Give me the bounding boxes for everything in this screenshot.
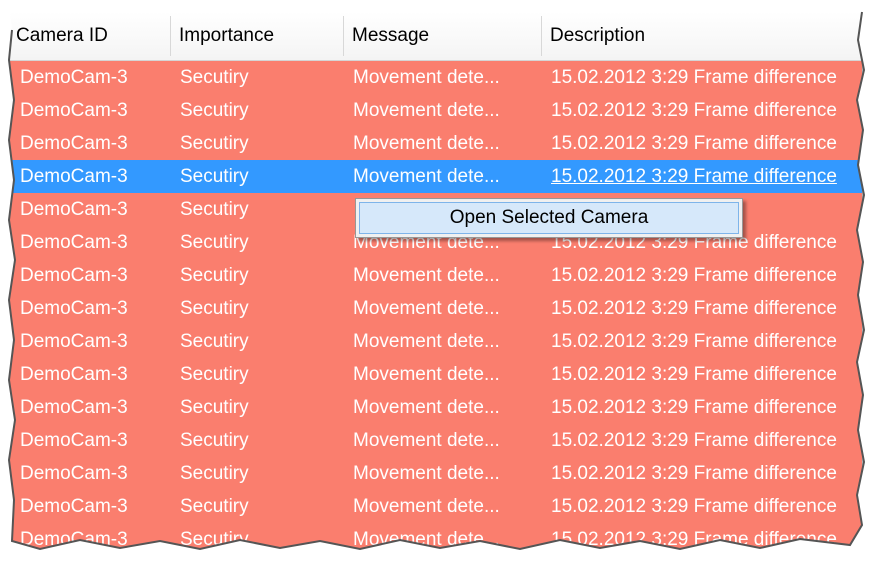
- description-cell: 15.02.2012 3:29 Frame difference: [551, 133, 837, 154]
- table-row[interactable]: DemoCam-3 Secutiry Movement dete... 15.02.2…: [10, 391, 862, 424]
- message-cell: Movement dete...: [353, 67, 500, 88]
- camera-id-cell: DemoCam-3: [20, 529, 128, 550]
- camera-id-cell: DemoCam-3: [20, 430, 128, 451]
- description-cell: 15.02.2012 3:29 Frame difference: [551, 496, 837, 517]
- importance-cell: Secutiry: [180, 496, 249, 517]
- description-cell: 15.02.2012 3:29 Frame difference: [551, 265, 837, 286]
- importance-cell: Secutiry: [180, 100, 249, 121]
- column-header-importance[interactable]: Importance: [173, 12, 343, 60]
- camera-id-cell: DemoCam-3: [20, 166, 128, 187]
- camera-id-cell: DemoCam-3: [20, 496, 128, 517]
- description-cell: 15.02.2012 3:29 Frame difference: [551, 529, 837, 550]
- camera-id-cell: DemoCam-3: [20, 100, 128, 121]
- table-row[interactable]: DemoCam-3 Secutiry Movement dete... 15.02.2…: [10, 523, 862, 552]
- camera-id-cell: DemoCam-3: [20, 463, 128, 484]
- description-cell: 15.02.2012 3:29 Frame difference: [551, 430, 837, 451]
- importance-cell: Secutiry: [180, 331, 249, 352]
- importance-cell: Secutiry: [180, 364, 249, 385]
- table-row[interactable]: DemoCam-3 Secutiry Movement dete... 15.02.2…: [10, 325, 862, 358]
- table-row[interactable]: DemoCam-3 Secutiry Movement dete... 15.02.2…: [10, 490, 862, 523]
- importance-cell: Secutiry: [180, 265, 249, 286]
- column-divider[interactable]: [170, 16, 171, 56]
- open-selected-camera-menu-item[interactable]: Open Selected Camera: [359, 202, 739, 234]
- camera-id-cell: DemoCam-3: [20, 298, 128, 319]
- column-divider[interactable]: [343, 16, 344, 56]
- message-cell: Movement dete...: [353, 298, 500, 319]
- camera-id-cell: DemoCam-3: [20, 232, 128, 253]
- message-cell: Movement dete...: [353, 496, 500, 517]
- column-header-camera-id[interactable]: Camera ID: [10, 12, 170, 60]
- camera-id-cell: DemoCam-3: [20, 67, 128, 88]
- importance-cell: Secutiry: [180, 232, 249, 253]
- description-cell: 15.02.2012 3:29 Frame difference: [551, 397, 837, 418]
- camera-id-cell: DemoCam-3: [20, 133, 128, 154]
- description-cell: 15.02.2012 3:29 Frame difference: [551, 331, 837, 352]
- message-cell: Movement dete...: [353, 100, 500, 121]
- description-cell: 15.02.2012 3:29 Frame difference: [551, 298, 837, 319]
- table-row[interactable]: DemoCam-3 Secutiry Movement dete... 15.02.2…: [10, 160, 862, 193]
- column-header-description[interactable]: Description: [544, 12, 862, 60]
- table-header: Camera ID Importance Message Description: [10, 12, 862, 61]
- description-cell: 15.02.2012 3:29 Frame difference: [551, 166, 837, 187]
- table-row[interactable]: DemoCam-3 Secutiry Movement dete... 15.02.2…: [10, 127, 862, 160]
- message-cell: Movement dete...: [353, 463, 500, 484]
- message-cell: Movement dete...: [353, 166, 500, 187]
- importance-cell: Secutiry: [180, 166, 249, 187]
- message-cell: Movement dete...: [353, 430, 500, 451]
- importance-cell: Secutiry: [180, 529, 249, 550]
- table-row[interactable]: DemoCam-3 Secutiry Movement dete... 15.02.2…: [10, 61, 862, 94]
- message-cell: Movement dete...: [353, 529, 500, 550]
- camera-id-cell: DemoCam-3: [20, 199, 128, 220]
- description-cell: 15.02.2012 3:29 Frame difference: [551, 364, 837, 385]
- table-row[interactable]: DemoCam-3 Secutiry Movement dete... 15.02.2…: [10, 457, 862, 490]
- camera-id-cell: DemoCam-3: [20, 265, 128, 286]
- importance-cell: Secutiry: [180, 430, 249, 451]
- table-row[interactable]: DemoCam-3 Secutiry Movement dete... 15.02.2…: [10, 259, 862, 292]
- table-row[interactable]: DemoCam-3 Secutiry Movement dete... 15.02.2…: [10, 292, 862, 325]
- importance-cell: Secutiry: [180, 397, 249, 418]
- table-body: DemoCam-3 Secutiry Movement dete... 15.02.2…: [10, 61, 862, 552]
- importance-cell: Secutiry: [180, 67, 249, 88]
- message-cell: Movement dete...: [353, 331, 500, 352]
- table-row[interactable]: DemoCam-3 Secutiry Movement dete... 15.02.2…: [10, 424, 862, 457]
- importance-cell: Secutiry: [180, 133, 249, 154]
- camera-id-cell: DemoCam-3: [20, 364, 128, 385]
- importance-cell: Secutiry: [180, 199, 249, 220]
- event-list-panel: Camera ID Importance Message Description…: [10, 12, 862, 552]
- description-cell: 15.02.2012 3:29 Frame difference: [551, 100, 837, 121]
- message-cell: Movement dete...: [353, 265, 500, 286]
- table-row[interactable]: DemoCam-3 Secutiry Movement dete... 15.02.2…: [10, 358, 862, 391]
- column-divider[interactable]: [541, 16, 542, 56]
- table-row[interactable]: DemoCam-3 Secutiry Movement dete... 15.02.2…: [10, 94, 862, 127]
- message-cell: Movement dete...: [353, 364, 500, 385]
- message-cell: Movement dete...: [353, 133, 500, 154]
- importance-cell: Secutiry: [180, 463, 249, 484]
- description-cell: 15.02.2012 3:29 Frame difference: [551, 463, 837, 484]
- camera-id-cell: DemoCam-3: [20, 397, 128, 418]
- importance-cell: Secutiry: [180, 298, 249, 319]
- column-header-message[interactable]: Message: [346, 12, 541, 60]
- description-cell: 15.02.2012 3:29 Frame difference: [551, 67, 837, 88]
- message-cell: Movement dete...: [353, 397, 500, 418]
- camera-id-cell: DemoCam-3: [20, 331, 128, 352]
- context-menu: Open Selected Camera: [355, 198, 743, 238]
